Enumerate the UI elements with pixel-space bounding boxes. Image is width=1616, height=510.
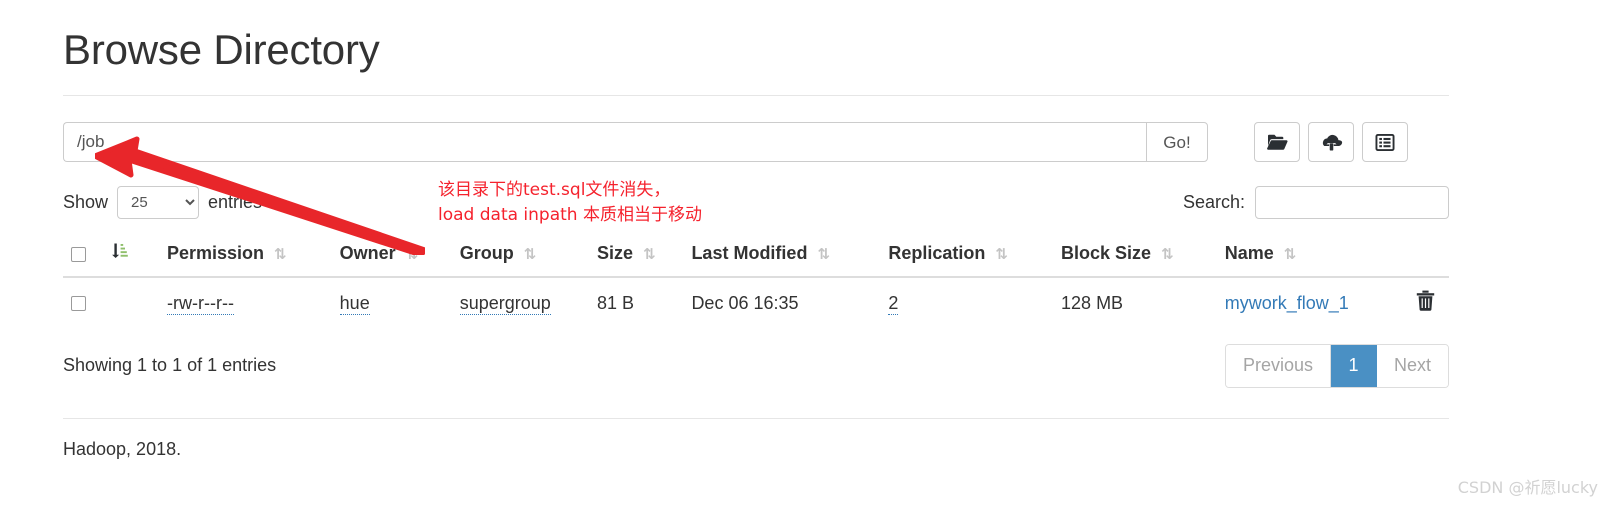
cell-permission: -rw-r--r-- bbox=[159, 276, 332, 328]
sort-icon[interactable]: ⇅ bbox=[274, 245, 287, 263]
cell-replication: 2 bbox=[880, 276, 1054, 328]
table-info: Showing 1 to 1 of 1 entries bbox=[63, 355, 277, 376]
cell-group: supergroup bbox=[451, 276, 590, 328]
cell-name: mywork_flow_1 bbox=[1216, 276, 1397, 328]
directory-table: Permission ⇅ Owner ⇅ Group ⇅ Size ⇅ Last… bbox=[63, 232, 1449, 328]
pagination: Previous 1 Next bbox=[1224, 344, 1449, 388]
sort-icon[interactable]: ⇅ bbox=[643, 245, 656, 263]
page-container: Browse Directory Go! bbox=[63, 0, 1449, 460]
sort-icon[interactable]: ⇅ bbox=[406, 245, 419, 263]
header-select-all[interactable] bbox=[63, 232, 103, 278]
cell-owner: hue bbox=[331, 276, 452, 328]
header-block-size[interactable]: Block Size ⇅ bbox=[1053, 232, 1217, 278]
sort-icon[interactable]: ⇅ bbox=[995, 245, 1008, 263]
select-all-checkbox[interactable] bbox=[71, 246, 86, 262]
cell-block-size: 128 MB bbox=[1053, 276, 1217, 328]
header-permission[interactable]: Permission ⇅ bbox=[159, 232, 332, 278]
table-footer: Showing 1 to 1 of 1 entries Previous 1 N… bbox=[63, 344, 1449, 388]
header-owner-label: Owner bbox=[339, 243, 396, 263]
header-last-modified-label: Last Modified bbox=[691, 243, 808, 263]
sort-icon[interactable]: ⇅ bbox=[524, 245, 537, 263]
table-controls: Show 25 entries Search: bbox=[63, 184, 1449, 220]
table-row: -rw-r--r-- hue supergroup 81 B Dec 06 16… bbox=[63, 276, 1449, 328]
replication-value[interactable]: 2 bbox=[888, 292, 899, 315]
search-label: Search: bbox=[1182, 191, 1245, 212]
table-head: Permission ⇅ Owner ⇅ Group ⇅ Size ⇅ Last… bbox=[63, 232, 1449, 278]
table-header-row: Permission ⇅ Owner ⇅ Group ⇅ Size ⇅ Last… bbox=[63, 232, 1449, 278]
header-last-modified[interactable]: Last Modified ⇅ bbox=[683, 232, 881, 278]
row-checkbox[interactable] bbox=[71, 296, 86, 312]
pagination-previous[interactable]: Previous bbox=[1225, 345, 1331, 387]
row-spacer-cell bbox=[103, 276, 159, 328]
footer-text: Hadoop, 2018. bbox=[63, 438, 182, 459]
sort-amount-down-icon[interactable] bbox=[111, 243, 128, 263]
upload-file-button[interactable] bbox=[1308, 122, 1354, 162]
list-alt-icon bbox=[1375, 133, 1395, 152]
header-size-label: Size bbox=[597, 243, 634, 263]
sort-icon[interactable]: ⇅ bbox=[817, 245, 830, 263]
sort-icon[interactable]: ⇅ bbox=[1284, 245, 1297, 263]
footer-divider bbox=[63, 417, 1449, 419]
path-input[interactable] bbox=[63, 122, 1146, 162]
header-replication[interactable]: Replication ⇅ bbox=[880, 232, 1054, 278]
table-body: -rw-r--r-- hue supergroup 81 B Dec 06 16… bbox=[63, 276, 1449, 328]
delete-row-button[interactable] bbox=[1416, 290, 1435, 311]
path-action-buttons bbox=[1254, 122, 1408, 162]
header-group[interactable]: Group ⇅ bbox=[451, 232, 590, 278]
cloud-upload-icon bbox=[1320, 133, 1343, 152]
folder-open-icon bbox=[1266, 133, 1288, 151]
header-group-label: Group bbox=[459, 243, 514, 263]
create-directory-button[interactable] bbox=[1254, 122, 1300, 162]
header-name-label: Name bbox=[1224, 243, 1274, 263]
permission-value[interactable]: -rw-r--r-- bbox=[167, 292, 234, 315]
browse-directory-page: Browse Directory Go! bbox=[0, 0, 1616, 510]
cell-actions bbox=[1396, 276, 1449, 328]
search-input[interactable] bbox=[1255, 185, 1449, 219]
group-value[interactable]: supergroup bbox=[459, 292, 551, 315]
cell-last-modified: Dec 06 16:35 bbox=[683, 276, 881, 328]
cut-high-availability-button[interactable] bbox=[1362, 122, 1408, 162]
owner-value[interactable]: hue bbox=[339, 292, 370, 315]
watermark: CSDN @祈愿lucky bbox=[1457, 478, 1598, 497]
path-toolbar: Go! bbox=[63, 122, 1449, 162]
header-actions bbox=[1396, 232, 1449, 278]
entries-label: entries bbox=[208, 191, 263, 212]
trash-icon[interactable] bbox=[1416, 290, 1435, 314]
show-label: Show bbox=[63, 191, 109, 212]
header-name[interactable]: Name ⇅ bbox=[1216, 232, 1397, 278]
header-replication-label: Replication bbox=[888, 243, 986, 263]
sort-icon[interactable]: ⇅ bbox=[1161, 245, 1174, 263]
go-button[interactable]: Go! bbox=[1146, 122, 1208, 162]
header-permission-label: Permission bbox=[167, 243, 265, 263]
page-title: Browse Directory bbox=[63, 26, 380, 73]
header-size[interactable]: Size ⇅ bbox=[589, 232, 684, 278]
header-block-size-label: Block Size bbox=[1061, 243, 1152, 263]
row-select-cell[interactable] bbox=[63, 276, 103, 328]
file-name-link[interactable]: mywork_flow_1 bbox=[1225, 293, 1349, 313]
pagination-next[interactable]: Next bbox=[1376, 345, 1448, 387]
pagination-page-1[interactable]: 1 bbox=[1330, 345, 1377, 387]
cell-size: 81 B bbox=[589, 276, 684, 328]
header-sort-toggle[interactable] bbox=[103, 232, 159, 278]
header-owner[interactable]: Owner ⇅ bbox=[331, 232, 452, 278]
search-control: Search: bbox=[1182, 185, 1449, 219]
path-input-group: Go! bbox=[63, 122, 1208, 162]
title-divider bbox=[63, 95, 1449, 96]
page-length-select[interactable]: 25 bbox=[117, 185, 200, 219]
page-length-control: Show 25 entries bbox=[63, 185, 263, 219]
